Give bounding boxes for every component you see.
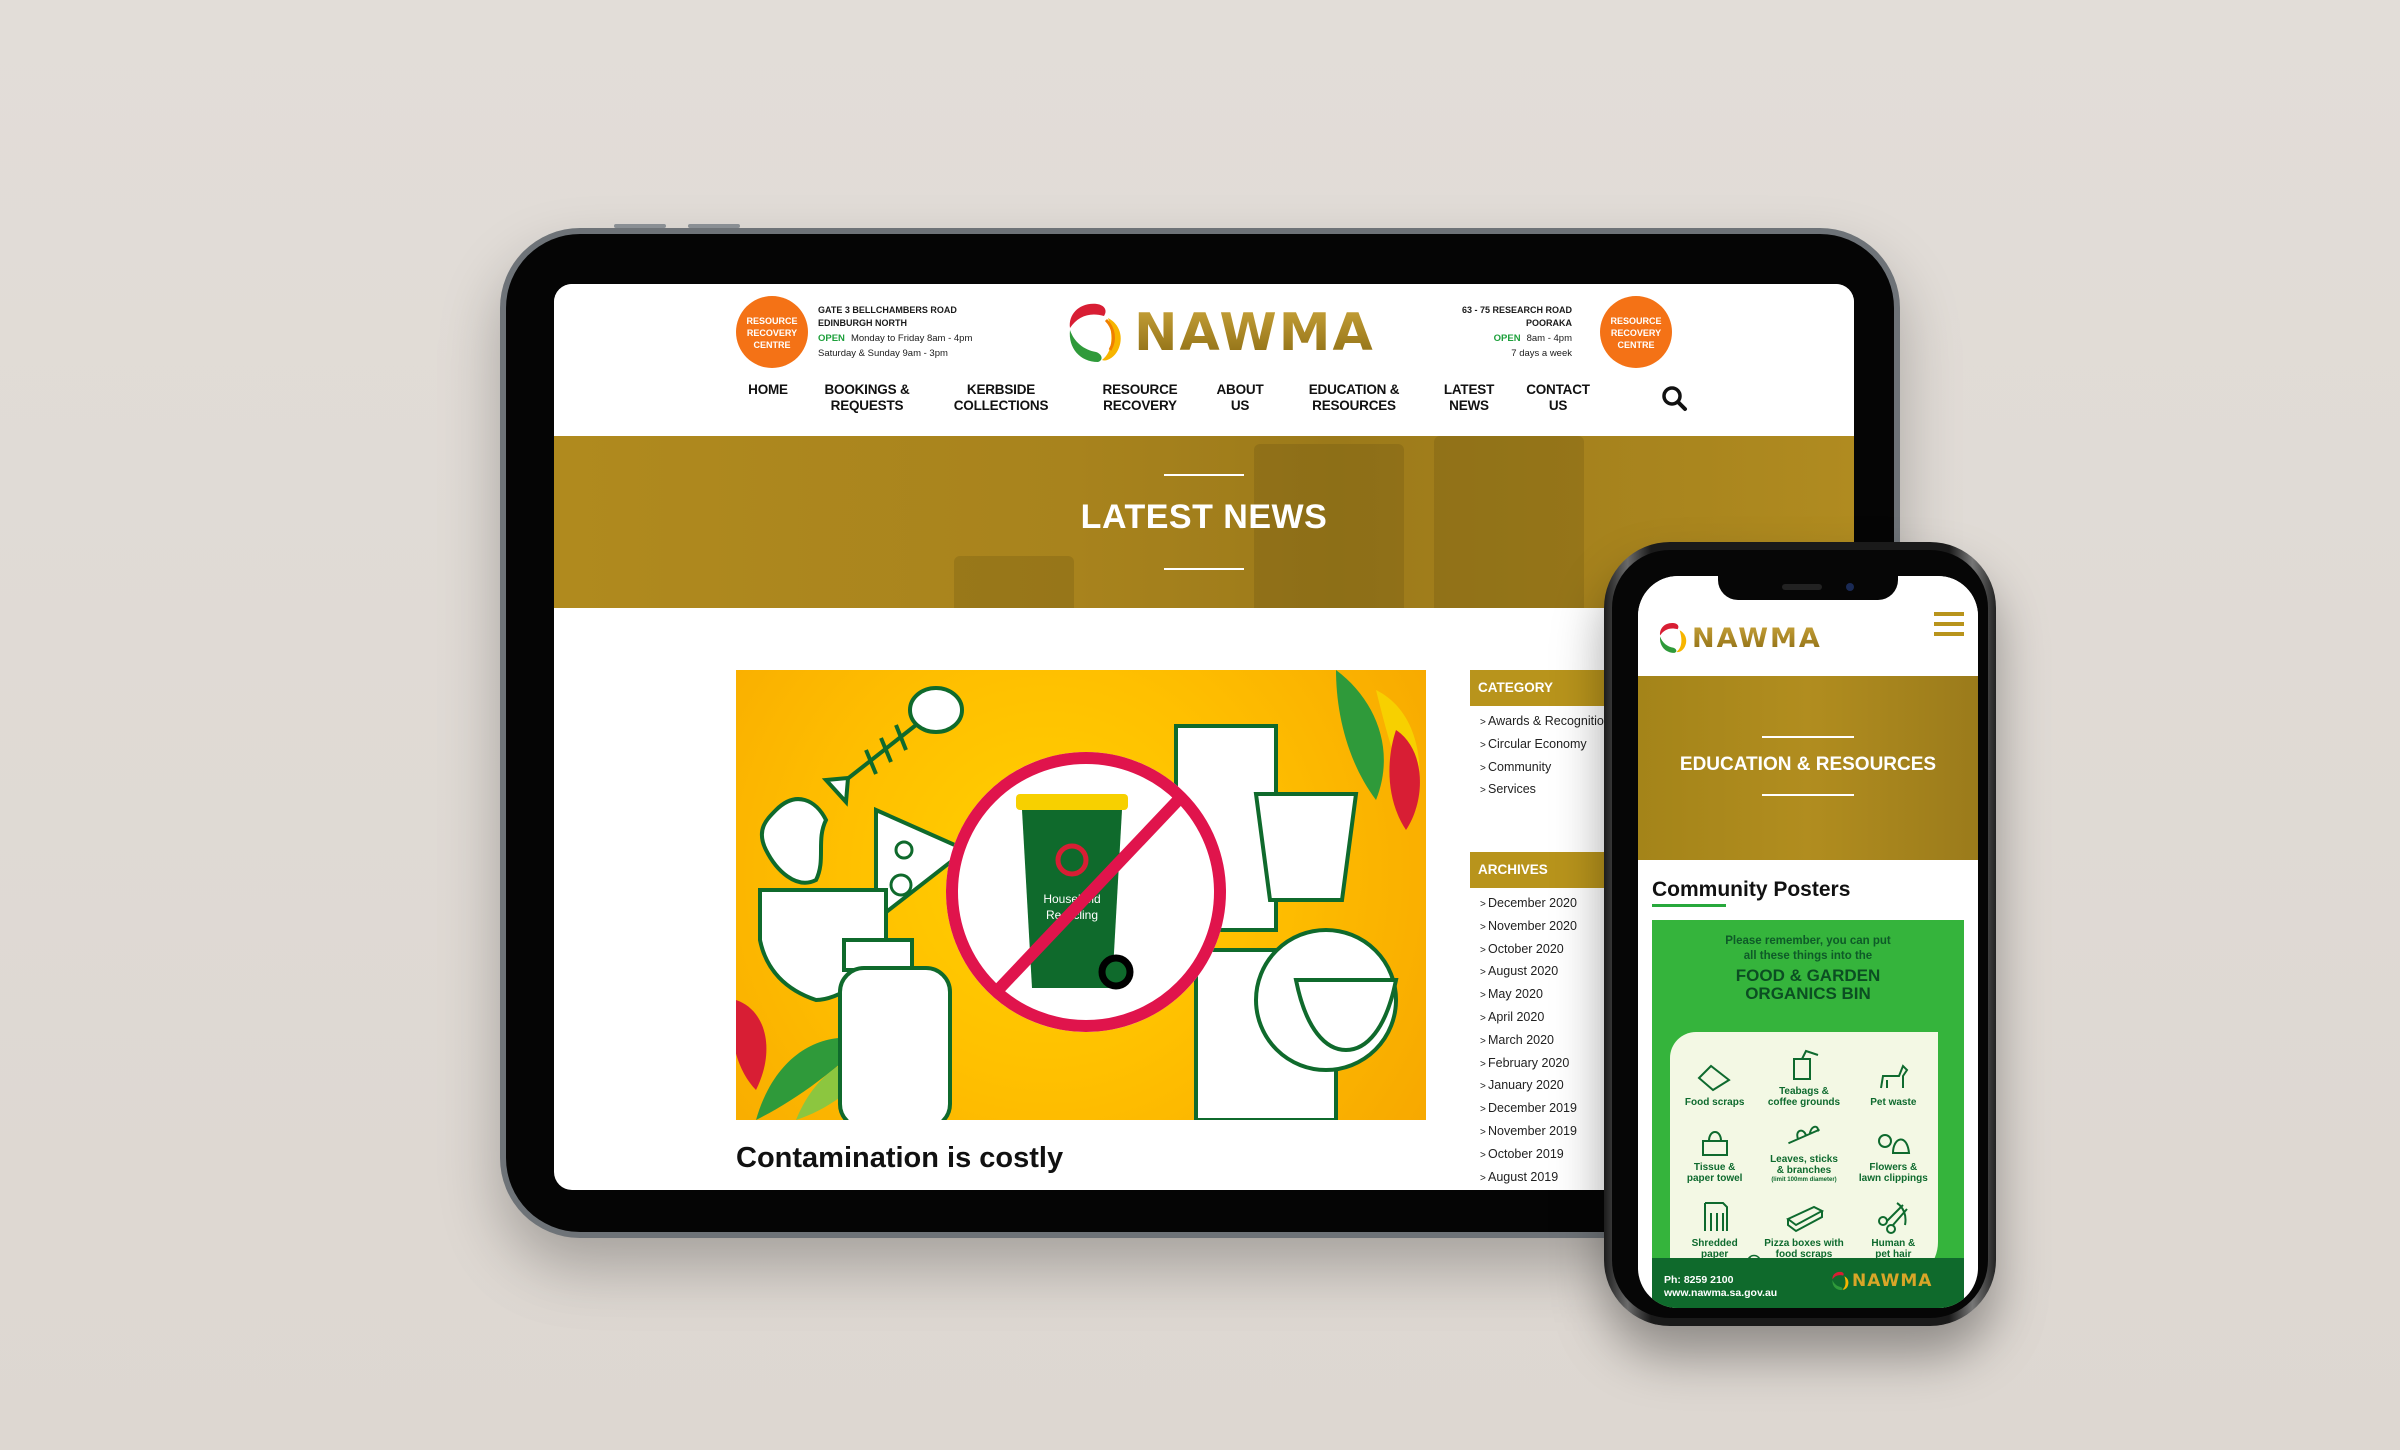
archive-item[interactable]: > November 2020 — [1470, 919, 1577, 942]
speaker-grille — [1782, 584, 1822, 590]
address-line: EDINBURGH NORTH — [818, 318, 907, 328]
main-nav: HOME BOOKINGS & REQUESTS KERBSIDE COLLECTI… — [554, 382, 1854, 426]
phone-notch — [1718, 576, 1898, 600]
archive-item[interactable]: > March 2020 — [1470, 1033, 1577, 1056]
mobile-nawma-logo[interactable]: NAWMA — [1656, 620, 1822, 656]
hours-line: Monday to Friday 8am - 4pm — [850, 333, 973, 344]
category-item[interactable]: > Awards & Recognition — [1470, 714, 1611, 737]
badge-line: CENTRE — [753, 340, 791, 350]
poster-phone: Ph: 8259 2100 — [1664, 1274, 1734, 1286]
poster-footer: Ph: 8259 2100 www.nawma.sa.gov.au NAWMA — [1652, 1258, 1964, 1308]
page-title: LATEST NEWS — [1080, 498, 1328, 536]
left-centre-info: GATE 3 BELLCHAMBERS ROAD EDINBURGH NORTH… — [818, 304, 972, 360]
nav-item-kerbside[interactable]: KERBSIDE COLLECTIONS — [940, 382, 1062, 414]
poster-website: www.nawma.sa.gov.au — [1664, 1287, 1778, 1299]
hero-divider — [1164, 474, 1244, 476]
poster-intro: Please remember, you can put all these t… — [1725, 935, 1891, 1003]
archive-item[interactable]: > January 2020 — [1470, 1078, 1577, 1101]
category-list: > Awards & Recognition > Circular Economy … — [1470, 714, 1611, 805]
badge-line: RECOVERY — [1610, 328, 1662, 338]
poster-items-panel: Food scraps Teabags & coffee grounds Pet … — [1670, 1032, 1938, 1282]
logo-text: NAWMA — [1852, 1271, 1933, 1291]
archive-item[interactable]: > May 2020 — [1470, 987, 1577, 1010]
organics-poster[interactable]: Please remember, you can put all these t… — [1652, 920, 1964, 1308]
hero-divider — [1164, 568, 1244, 570]
archive-item[interactable]: > February 2020 — [1470, 1056, 1577, 1079]
nawma-logo[interactable]: NAWMA — [1062, 298, 1375, 368]
nav-item-latest-news[interactable]: LATEST NEWS — [1434, 382, 1504, 414]
poster-nawma-logo: NAWMA — [1830, 1270, 1932, 1292]
section-title: Community Posters — [1652, 878, 1851, 901]
archive-item[interactable]: > October 2019 — [1470, 1147, 1577, 1170]
poster-item: Food scraps — [1670, 1040, 1759, 1112]
section-underline — [1652, 904, 1726, 907]
nawma-leaf-icon — [1069, 303, 1121, 362]
logo-text: NAWMA — [1692, 622, 1822, 654]
poster-item: Pet waste — [1849, 1040, 1938, 1112]
hero-bg-bin — [954, 556, 1074, 608]
hours-line: 7 days a week — [1511, 348, 1572, 359]
archive-item[interactable]: > December 2019 — [1470, 1101, 1577, 1124]
resource-recovery-badge-right[interactable]: RESOURCE RECOVERY CENTRE — [1600, 296, 1672, 368]
article-feature-image[interactable]: Household Recycling — [736, 670, 1426, 1120]
badge-line: RESOURCE — [1610, 316, 1662, 326]
archive-item[interactable]: > December 2020 — [1470, 896, 1577, 919]
nav-item-about[interactable]: ABOUT US — [1208, 382, 1272, 414]
nawma-leaf-icon — [1832, 1271, 1849, 1291]
phone-bezel: NAWMA EDUCATION & RESOURCES Community Po… — [1612, 550, 1988, 1318]
hamburger-icon[interactable] — [1934, 612, 1964, 636]
nav-item-contact[interactable]: CONTACT US — [1514, 382, 1602, 414]
site-header: RESOURCE RECOVERY CENTRE GATE 3 BELLCHAMBE… — [554, 284, 1854, 436]
poster-item: Flowers & lawn clippings — [1849, 1116, 1938, 1188]
archive-item[interactable]: > August 2020 — [1470, 964, 1577, 987]
category-item[interactable]: > Circular Economy — [1470, 737, 1611, 760]
badge-line: RESOURCE — [746, 316, 798, 326]
hours-line: 8am - 4pm — [1526, 333, 1572, 344]
address-line: 63 - 75 RESEARCH ROAD — [1461, 305, 1572, 315]
mobile-hero-banner: EDUCATION & RESOURCES — [1638, 676, 1978, 860]
archive-item[interactable]: > October 2020 — [1470, 942, 1577, 965]
article-title[interactable]: Contamination is costly — [736, 1142, 1063, 1175]
category-item[interactable]: > Community — [1470, 760, 1611, 783]
open-label: OPEN — [818, 333, 845, 344]
poster-item: Leaves, sticks & branches (limit 100mm dia… — [1759, 1116, 1848, 1188]
phone-device: NAWMA EDUCATION & RESOURCES Community Po… — [1604, 542, 1996, 1326]
archive-item[interactable]: > April 2020 — [1470, 1010, 1577, 1033]
archives-list: > December 2020 > November 2020 > October 2… — [1470, 896, 1577, 1190]
nawma-leaf-icon — [1660, 622, 1687, 653]
phone-screen: NAWMA EDUCATION & RESOURCES Community Po… — [1638, 576, 1978, 1308]
tablet-volume-button — [614, 224, 666, 228]
poster-item: Teabags & coffee grounds — [1759, 1040, 1848, 1112]
nav-item-home[interactable]: HOME — [740, 382, 796, 398]
mobile-page-title: EDUCATION & RESOURCES — [1679, 754, 1937, 775]
front-camera — [1846, 583, 1854, 591]
badge-line: CENTRE — [1617, 340, 1655, 350]
contamination-illustration: Household Recycling — [736, 670, 1420, 1120]
address-line: GATE 3 BELLCHAMBERS ROAD — [818, 305, 957, 315]
nav-item-bookings[interactable]: BOOKINGS & REQUESTS — [810, 382, 924, 414]
search-icon[interactable] — [1660, 384, 1688, 412]
archive-item[interactable]: > August 2019 — [1470, 1170, 1577, 1190]
category-item[interactable]: > Services — [1470, 782, 1611, 805]
address-line: POORAKA — [1525, 318, 1572, 328]
nav-item-education[interactable]: EDUCATION & RESOURCES — [1290, 382, 1418, 414]
open-label: OPEN — [1493, 333, 1521, 344]
poster-item: Tissue & paper towel — [1670, 1116, 1759, 1188]
logo-text: NAWMA — [1134, 303, 1375, 363]
tablet-volume-button — [688, 224, 740, 228]
hero-divider — [1762, 794, 1854, 796]
resource-recovery-badge-left[interactable]: RESOURCE RECOVERY CENTRE — [736, 296, 808, 368]
right-centre-info: 63 - 75 RESEARCH ROAD POORAKA OPEN 8am - … — [1344, 304, 1572, 360]
badge-line: RECOVERY — [746, 328, 798, 338]
hours-line: Saturday & Sunday 9am - 3pm — [818, 348, 948, 359]
archive-item[interactable]: > November 2019 — [1470, 1124, 1577, 1147]
nav-item-resource-recovery[interactable]: RESOURCE RECOVERY — [1094, 382, 1186, 414]
hero-divider — [1762, 736, 1854, 738]
